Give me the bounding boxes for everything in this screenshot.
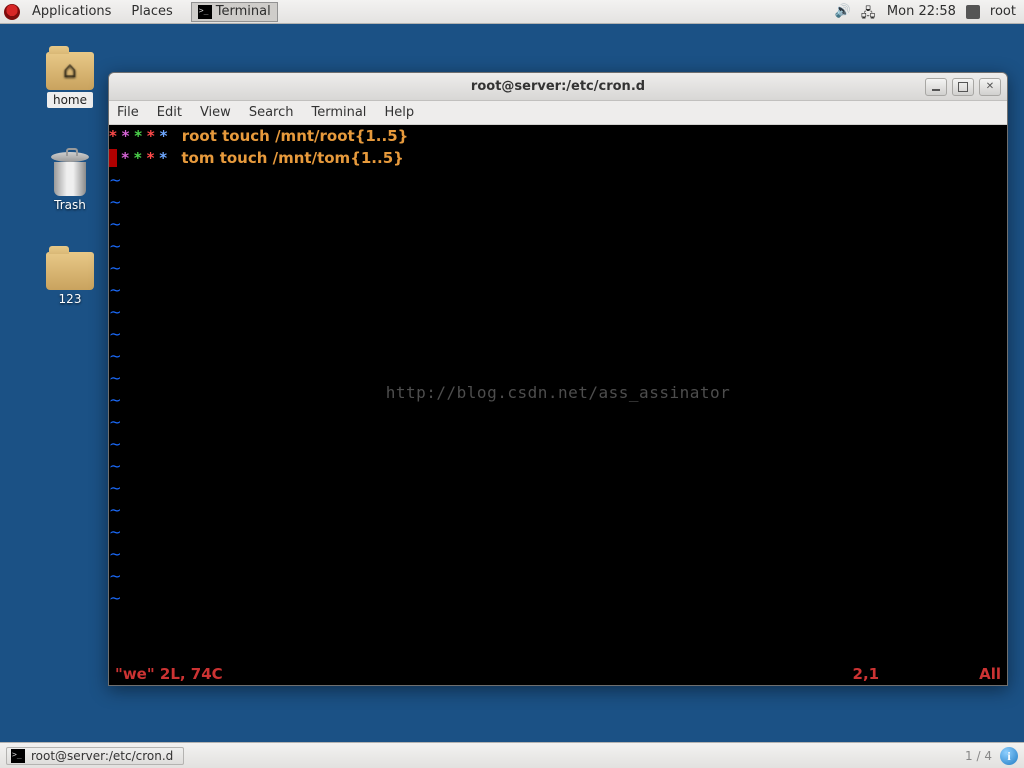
folder-icon (46, 52, 94, 90)
vim-empty-line: ~ (109, 587, 1007, 609)
trash-icon (49, 150, 91, 196)
terminal-icon (11, 749, 25, 763)
terminal-window: root@server:/etc/cron.d File Edit View S… (108, 72, 1008, 686)
vim-empty-line: ~ (109, 301, 1007, 323)
vim-empty-line: ~ (109, 257, 1007, 279)
taskbar-item-label: root@server:/etc/cron.d (31, 749, 173, 763)
menu-terminal[interactable]: Terminal (311, 105, 366, 120)
vim-empty-line: ~ (109, 411, 1007, 433)
vim-empty-line: ~ (109, 433, 1007, 455)
vim-status-pos: 2,1 (853, 663, 880, 685)
vim-empty-line: ~ (109, 543, 1007, 565)
vim-empty-line: ~ (109, 345, 1007, 367)
desktop-icon-trash[interactable]: Trash (30, 150, 110, 212)
terminal-viewport[interactable]: * * * * * root touch /mnt/root{1..5}* * … (109, 125, 1007, 685)
folder-icon (46, 252, 94, 290)
menu-file[interactable]: File (117, 105, 139, 120)
menu-search[interactable]: Search (249, 105, 294, 120)
vim-empty-line: ~ (109, 499, 1007, 521)
top-task-terminal[interactable]: Terminal (191, 2, 278, 22)
vim-status-right: All (979, 663, 1001, 685)
minimize-button[interactable] (925, 78, 947, 96)
distro-icon[interactable] (4, 4, 20, 20)
menubar: File Edit View Search Terminal Help (109, 101, 1007, 125)
vim-empty-line: ~ (109, 213, 1007, 235)
vim-empty-line: ~ (109, 565, 1007, 587)
desktop-icon-label: home (47, 92, 93, 108)
close-button[interactable] (979, 78, 1001, 96)
menu-view[interactable]: View (200, 105, 231, 120)
bottom-panel: root@server:/etc/cron.d 1 / 4 (0, 742, 1024, 768)
logout-icon[interactable] (966, 5, 980, 19)
vim-empty-line: ~ (109, 235, 1007, 257)
terminal-icon (198, 5, 212, 19)
vim-empty-line: ~ (109, 455, 1007, 477)
vim-empty-line: ~ (109, 323, 1007, 345)
menu-edit[interactable]: Edit (157, 105, 182, 120)
watermark-text: http://blog.csdn.net/ass_assinator (109, 385, 1007, 401)
clock[interactable]: Mon 22:58 (887, 4, 956, 19)
titlebar[interactable]: root@server:/etc/cron.d (109, 73, 1007, 101)
network-icon[interactable] (861, 4, 877, 20)
vim-empty-line: ~ (109, 191, 1007, 213)
vim-empty-line: ~ (109, 521, 1007, 543)
vim-empty-line: ~ (109, 477, 1007, 499)
vim-status-left: "we" 2L, 74C (115, 663, 223, 685)
volume-icon[interactable] (835, 4, 851, 20)
places-menu[interactable]: Places (123, 4, 180, 19)
menu-help[interactable]: Help (384, 105, 414, 120)
desktop-icon-folder-123[interactable]: 123 (30, 252, 110, 306)
top-panel: Applications Places Terminal Mon 22:58 r… (0, 0, 1024, 24)
maximize-button[interactable] (952, 78, 974, 96)
workspace-pager[interactable]: 1 / 4 (965, 749, 992, 763)
vim-empty-line: ~ (109, 169, 1007, 191)
applications-menu[interactable]: Applications (24, 4, 119, 19)
cron-line: * * * * * root touch /mnt/root{1..5} (109, 125, 1007, 147)
cron-line: * * * * * tom touch /mnt/tom{1..5} (109, 147, 1007, 169)
window-title: root@server:/etc/cron.d (109, 79, 1007, 94)
vim-empty-line: ~ (109, 279, 1007, 301)
vim-status-line: "we" 2L, 74C 2,1 All (109, 663, 1007, 685)
user-menu[interactable]: root (990, 4, 1016, 19)
top-task-label: Terminal (216, 4, 271, 19)
taskbar-item-terminal[interactable]: root@server:/etc/cron.d (6, 747, 184, 765)
info-icon[interactable] (1000, 747, 1018, 765)
desktop-icon-home[interactable]: home (30, 52, 110, 108)
desktop-icon-label: 123 (59, 292, 82, 306)
desktop-icon-label: Trash (54, 198, 86, 212)
